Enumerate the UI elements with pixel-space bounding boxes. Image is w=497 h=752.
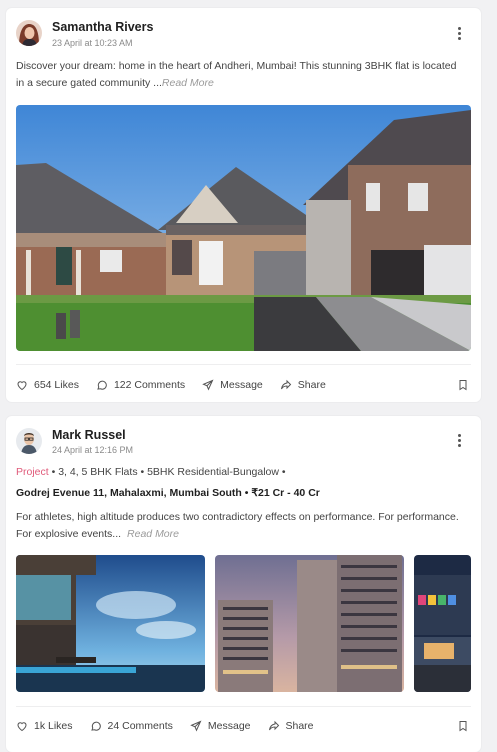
- gallery-image[interactable]: [414, 555, 471, 692]
- save-button[interactable]: [457, 720, 469, 732]
- post-timestamp: 24 April at 12:16 PM: [52, 445, 134, 455]
- post-card: Samantha Rivers 23 April at 10:23 AM Dis…: [6, 8, 481, 402]
- like-button[interactable]: 654 Likes: [16, 379, 79, 391]
- share-label: Share: [285, 720, 314, 732]
- post-card: Mark Russel 24 April at 12:16 PM Project…: [6, 416, 481, 752]
- read-more-link[interactable]: Read More: [162, 77, 214, 89]
- message-label: Message: [207, 720, 251, 732]
- message-button[interactable]: Message: [202, 379, 263, 391]
- heart-icon: [17, 722, 27, 732]
- project-tag[interactable]: Project: [16, 466, 49, 478]
- bookmark-icon: [459, 721, 467, 732]
- post-text-body: For athletes, high altitude produces two…: [16, 511, 459, 540]
- comments-count: 24 Comments: [107, 720, 173, 732]
- heart-icon: [17, 381, 27, 391]
- post-actions: 654 Likes 122 Comments Message Share: [16, 376, 469, 394]
- post-text: Discover your dream: home in the heart o…: [16, 58, 467, 92]
- send-icon: [190, 720, 202, 732]
- avatar[interactable]: [16, 20, 42, 46]
- likes-count: 1k Likes: [34, 720, 73, 732]
- listing-features: • 3, 4, 5 BHK Flats • 5BHK Residential-B…: [51, 466, 286, 478]
- save-button[interactable]: [457, 379, 469, 391]
- kebab-menu-icon[interactable]: [457, 434, 461, 447]
- listing-tagline: Project • 3, 4, 5 BHK Flats • 5BHK Resid…: [16, 466, 286, 478]
- comment-icon: [97, 380, 107, 390]
- message-button[interactable]: Message: [190, 720, 251, 732]
- comments-button[interactable]: 24 Comments: [90, 720, 173, 732]
- comment-icon: [90, 721, 101, 731]
- divider: [16, 364, 471, 365]
- share-button[interactable]: Share: [280, 379, 326, 391]
- likes-count: 654 Likes: [34, 379, 79, 391]
- listing-address: Godrej Evenue 11, Mahalaxmi, Mumbai Sout…: [16, 487, 320, 499]
- author-name[interactable]: Samantha Rivers: [52, 20, 153, 34]
- gallery-image[interactable]: [215, 555, 404, 692]
- post-timestamp: 23 April at 10:23 AM: [52, 38, 133, 48]
- bookmark-icon: [459, 380, 467, 391]
- comments-count: 122 Comments: [113, 379, 186, 391]
- like-button[interactable]: 1k Likes: [16, 720, 73, 732]
- post-text-body: Discover your dream: home in the heart o…: [16, 60, 457, 89]
- author-name[interactable]: Mark Russel: [52, 428, 126, 442]
- avatar[interactable]: [16, 428, 42, 454]
- read-more-link[interactable]: Read More: [127, 528, 179, 540]
- kebab-menu-icon[interactable]: [457, 27, 461, 40]
- post-text: For athletes, high altitude produces two…: [16, 509, 467, 543]
- share-button[interactable]: Share: [268, 720, 314, 732]
- divider: [16, 706, 471, 707]
- share-icon: [268, 720, 279, 731]
- send-icon: [202, 379, 214, 391]
- message-label: Message: [220, 379, 263, 391]
- post-image[interactable]: [16, 105, 471, 351]
- post-actions: 1k Likes 24 Comments Message Share: [16, 717, 469, 735]
- comments-button[interactable]: 122 Comments: [96, 379, 185, 391]
- gallery-image[interactable]: [16, 555, 205, 692]
- share-label: Share: [297, 379, 326, 391]
- share-icon: [280, 379, 291, 390]
